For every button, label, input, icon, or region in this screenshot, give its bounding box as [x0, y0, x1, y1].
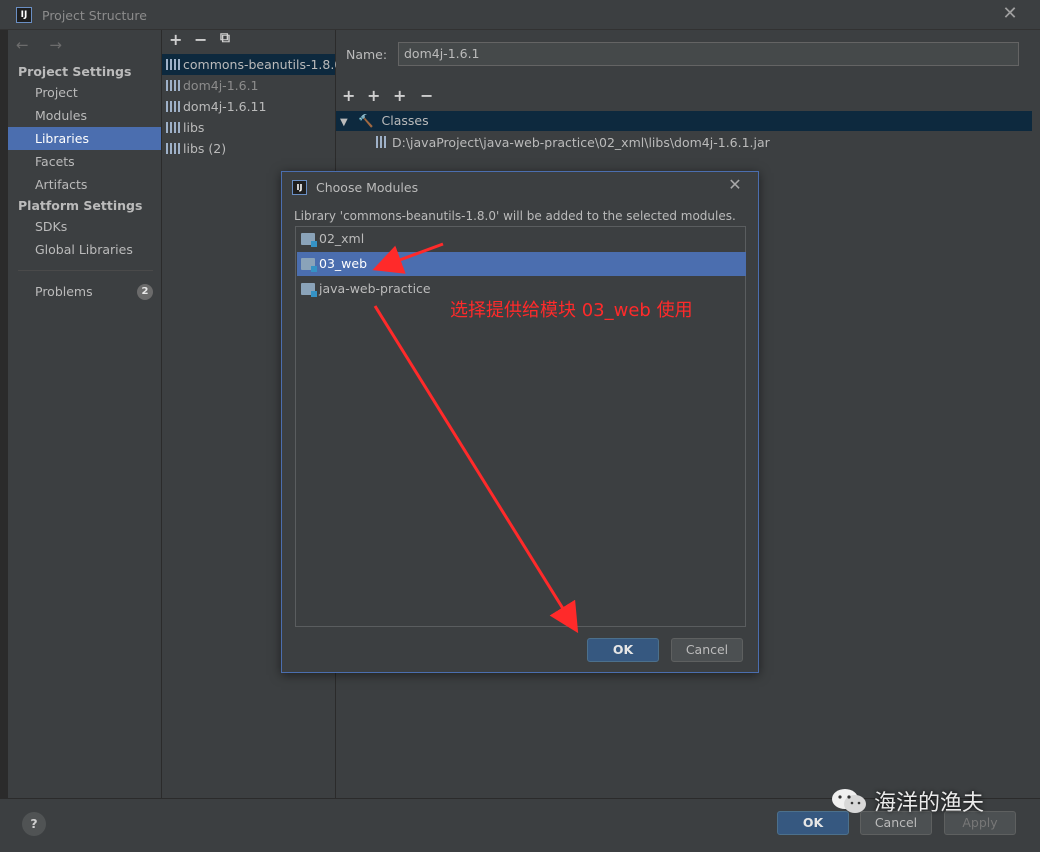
library-icon [166, 59, 180, 70]
library-item[interactable]: commons-beanutils-1.8.0 [162, 54, 342, 75]
dialog-message: Library 'commons-beanutils-1.8.0' will b… [294, 209, 736, 223]
dialog-cancel-button[interactable]: Cancel [671, 638, 743, 662]
library-label: libs (2) [183, 141, 227, 156]
dialog-close-icon[interactable]: ✕ [726, 176, 744, 194]
jar-path-node[interactable]: D:\javaProject\java-web-practice\02_xml\… [376, 134, 770, 152]
nav-item-artifacts[interactable]: Artifacts [8, 173, 161, 196]
module-item-selected[interactable]: 03_web [297, 252, 746, 276]
add-library-icon[interactable]: + [169, 30, 182, 49]
settings-navigation: ← → Project Settings Project Modules Lib… [8, 30, 162, 798]
nav-item-sdks[interactable]: SDKs [8, 215, 161, 238]
hammer-icon: 🔨 [357, 113, 374, 128]
module-label: 03_web [319, 256, 368, 271]
module-label: 02_xml [319, 231, 365, 246]
wechat-watermark: 海洋的渔夫 [830, 785, 984, 817]
module-folder-icon [301, 258, 317, 272]
module-list[interactable]: 02_xml 03_web java-web-practice [295, 226, 746, 627]
library-icon [166, 143, 180, 154]
copy-library-icon[interactable]: ⧉ [220, 30, 230, 46]
library-name-field[interactable]: dom4j-1.6.1 [398, 42, 1019, 66]
dialog-ok-button[interactable]: OK [587, 638, 659, 662]
back-forward-arrows-icon[interactable]: ← → [16, 36, 70, 54]
nav-item-libraries[interactable]: Libraries [8, 127, 161, 150]
module-folder-icon [301, 233, 317, 247]
title-bar: IJ Project Structure ✕ [0, 0, 1040, 30]
expand-triangle-icon[interactable]: ▼ [336, 113, 354, 133]
dialog-title: Choose Modules [316, 180, 419, 195]
window-close-icon[interactable]: ✕ [1000, 4, 1020, 24]
wechat-logo-icon [832, 789, 866, 813]
library-item[interactable]: libs (2) [162, 138, 335, 159]
nav-item-facets[interactable]: Facets [8, 150, 161, 173]
library-label: libs [183, 120, 205, 135]
classes-tree-node[interactable]: ▼ 🔨 Classes [336, 111, 1032, 131]
classes-label: Classes [381, 113, 429, 128]
nav-item-global-libraries[interactable]: Global Libraries [8, 238, 161, 261]
window-title: Project Structure [42, 8, 147, 23]
project-settings-header: Project Settings [18, 64, 132, 79]
help-button[interactable]: ? [22, 812, 46, 836]
jar-icon [376, 136, 386, 148]
library-icon [166, 101, 180, 112]
choose-modules-dialog: IJ Choose Modules ✕ Library 'commons-bea… [281, 171, 759, 673]
library-item[interactable]: dom4j-1.6.1 [162, 75, 335, 96]
library-label: commons-beanutils-1.8.0 [183, 57, 343, 72]
intellij-dialog-icon: IJ [292, 180, 307, 195]
problems-count-badge: 2 [137, 284, 153, 300]
add-root-icon[interactable]: + [342, 86, 355, 105]
remove-library-icon[interactable]: − [194, 30, 207, 49]
remove-root-icon[interactable]: − [420, 86, 433, 105]
add-root-with-spec-icon[interactable]: + [367, 86, 380, 105]
nav-item-modules[interactable]: Modules [8, 104, 161, 127]
intellij-app-icon: IJ [16, 7, 32, 23]
library-label: dom4j-1.6.11 [183, 99, 267, 114]
library-item[interactable]: dom4j-1.6.11 [162, 96, 335, 117]
library-icon [166, 80, 180, 91]
add-excluded-icon[interactable]: + [393, 86, 406, 105]
module-label: java-web-practice [319, 281, 431, 296]
nav-divider [18, 270, 153, 271]
library-item[interactable]: libs [162, 117, 335, 138]
name-label: Name: [346, 47, 388, 62]
jar-path-label: D:\javaProject\java-web-practice\02_xml\… [392, 135, 770, 150]
platform-settings-header: Platform Settings [18, 198, 143, 213]
module-item[interactable]: 02_xml [297, 227, 746, 251]
library-icon [166, 122, 180, 133]
watermark-text: 海洋的渔夫 [874, 791, 985, 816]
nav-item-project[interactable]: Project [8, 81, 161, 104]
annotation-text: 选择提供给模块 03_web 使用 [450, 300, 693, 321]
module-folder-icon [301, 283, 317, 297]
library-label: dom4j-1.6.1 [183, 78, 259, 93]
background-editor-edge [0, 30, 8, 798]
